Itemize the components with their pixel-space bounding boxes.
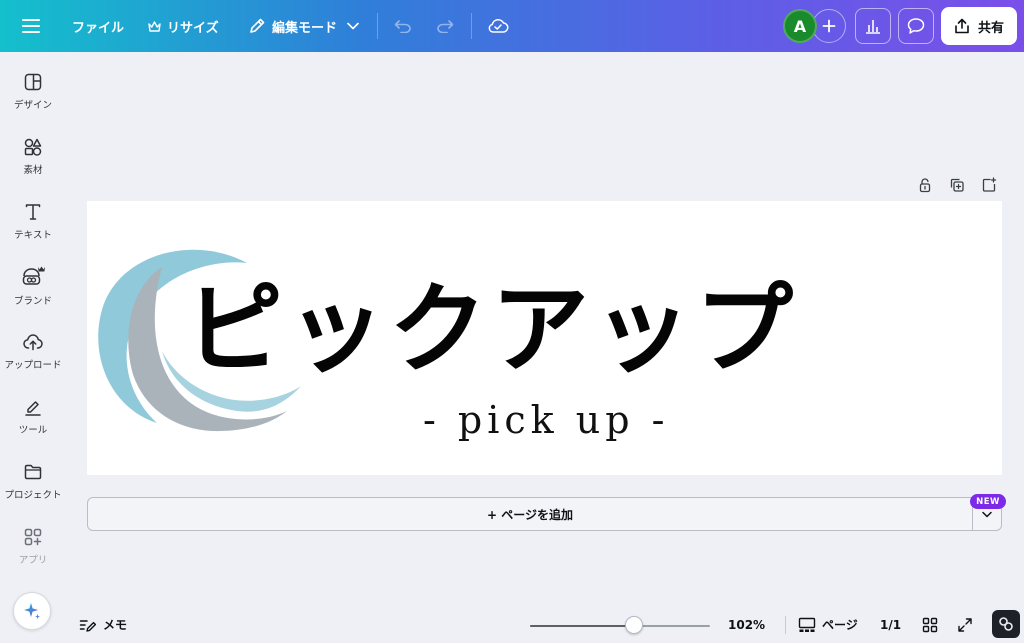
pencil-icon — [250, 18, 265, 33]
bottombar-divider — [785, 616, 786, 634]
resize-button[interactable]: リサイズ — [148, 0, 219, 52]
upload-icon — [23, 334, 43, 351]
crown-icon — [148, 20, 161, 32]
left-sidebar: デザイン 素材 テキスト ブランド アップロード ツール プロジェクト アプリ — [0, 52, 66, 643]
comment-button[interactable] — [898, 8, 934, 44]
page-count: 1/1 — [880, 618, 902, 632]
lock-page-button[interactable] — [914, 174, 936, 196]
insights-button[interactable] — [855, 8, 891, 44]
pages-icon — [798, 617, 816, 632]
sidebar-item-label: プロジェクト — [4, 490, 62, 501]
share-label: 共有 — [977, 20, 1004, 36]
redo-button[interactable] — [436, 0, 454, 52]
user-avatar[interactable]: A — [783, 9, 817, 43]
expand-icon — [958, 618, 972, 632]
sparkle-icon — [24, 603, 40, 619]
notes-button[interactable]: メモ — [79, 616, 127, 633]
sidebar-item-projects[interactable]: プロジェクト — [0, 462, 66, 518]
new-badge: NEW — [970, 494, 1006, 509]
sidebar-item-design[interactable]: デザイン — [0, 72, 66, 128]
chevron-down-icon — [982, 511, 992, 517]
grid-icon — [922, 617, 938, 633]
save-status-button[interactable] — [487, 0, 509, 52]
text-icon — [25, 204, 41, 220]
magic-assistant-button[interactable] — [13, 592, 51, 630]
add-page-button-small[interactable] — [978, 174, 1000, 196]
menu-button[interactable] — [22, 0, 40, 52]
file-menu-label: ファイル — [72, 20, 125, 36]
chevron-down-icon — [347, 22, 359, 30]
sidebar-item-elements[interactable]: 素材 — [0, 137, 66, 193]
subline-text[interactable]: - pick up - — [423, 398, 670, 442]
help-assistant-button[interactable] — [992, 610, 1020, 638]
sidebar-item-upload[interactable]: アップロード — [0, 332, 66, 388]
sidebar-item-label: ブランド — [13, 296, 52, 307]
apps-icon — [24, 528, 42, 546]
duplicate-icon — [950, 178, 964, 192]
folder-icon — [24, 464, 42, 480]
redo-icon — [437, 20, 454, 33]
sidebar-item-label: アプリ — [18, 555, 48, 566]
bottom-bar: メモ 102% ページ 1/1 — [66, 606, 1024, 643]
sidebar-item-label: テキスト — [14, 230, 52, 241]
sidebar-item-label: 素材 — [23, 165, 43, 176]
zoom-slider-track[interactable] — [530, 625, 710, 627]
top-bar: ファイル リサイズ 編集モード A 共有 — [0, 0, 1024, 52]
share-icon — [955, 18, 969, 34]
pages-label: ページ — [822, 618, 858, 632]
add-page-icon — [982, 177, 997, 192]
plus-icon — [822, 19, 836, 33]
avatar-initial: A — [793, 16, 807, 36]
sidebar-item-brand[interactable]: ブランド — [0, 264, 66, 320]
notes-label: メモ — [103, 618, 128, 632]
sidebar-item-apps[interactable]: アプリ — [0, 527, 66, 583]
share-button[interactable]: 共有 — [941, 7, 1017, 45]
sidebar-item-label: アップロード — [4, 360, 62, 371]
edit-mode-dropdown[interactable]: 編集モード — [248, 0, 359, 52]
link-icon — [999, 617, 1013, 631]
sidebar-item-label: ツール — [18, 425, 48, 436]
sidebar-item-label: デザイン — [13, 100, 52, 111]
brand-icon — [22, 266, 45, 285]
design-canvas[interactable]: ピックアップ - pick up - — [87, 201, 1002, 475]
comment-icon — [907, 18, 925, 34]
topbar-divider — [471, 13, 472, 39]
undo-button[interactable] — [394, 0, 412, 52]
notes-icon — [79, 619, 97, 632]
zoom-slider-fill — [530, 625, 635, 627]
edit-mode-label: 編集モード — [272, 20, 338, 36]
headline-text[interactable]: ピックアップ — [185, 281, 915, 379]
pages-button[interactable]: ページ — [798, 616, 858, 633]
add-collaborator-button[interactable] — [812, 9, 846, 43]
elements-icon — [24, 138, 42, 156]
sidebar-item-text[interactable]: テキスト — [0, 202, 66, 258]
sidebar-item-tools[interactable]: ツール — [0, 397, 66, 453]
design-icon — [24, 73, 42, 91]
resize-label: リサイズ — [167, 20, 219, 36]
cloud-check-icon — [488, 19, 509, 33]
file-menu[interactable]: ファイル — [72, 0, 124, 52]
zoom-value[interactable]: 102% — [728, 618, 765, 632]
add-page-button[interactable]: + ページを追加 — [87, 497, 973, 531]
lock-icon — [919, 178, 931, 193]
add-page-label: + ページを追加 — [487, 507, 573, 522]
fullscreen-button[interactable] — [956, 616, 974, 634]
hamburger-icon — [22, 19, 40, 33]
grid-view-button[interactable] — [921, 616, 939, 634]
undo-icon — [394, 20, 411, 33]
zoom-slider-handle[interactable] — [625, 616, 644, 634]
topbar-divider — [377, 13, 378, 39]
duplicate-page-button[interactable] — [946, 174, 968, 196]
tools-icon — [25, 401, 41, 416]
bar-chart-icon — [866, 20, 880, 34]
new-badge-label: NEW — [976, 496, 1000, 507]
